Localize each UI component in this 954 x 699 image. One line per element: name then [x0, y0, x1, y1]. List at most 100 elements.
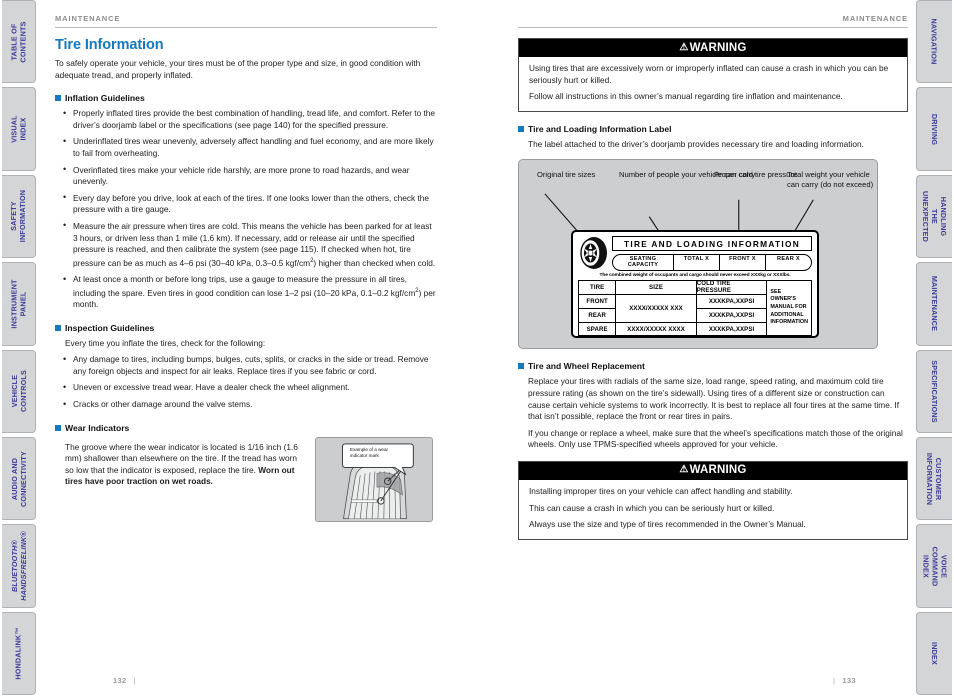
seating-rear: REAR X [765, 254, 811, 270]
warning-content: Using tires that are excessively worn or… [519, 57, 907, 111]
warning-paragraph: Follow all instructions in this owner’s … [529, 91, 843, 102]
heading-label: Inflation Guidelines [65, 93, 145, 104]
intro-paragraph: To safely operate your vehicle, your tir… [55, 58, 421, 80]
header-rule [55, 27, 437, 28]
list-item: At least once a month or before long tri… [55, 274, 437, 311]
left-page-footer: 132 | [113, 676, 136, 685]
warning-triangle-icon: ⚠ [679, 41, 689, 53]
right-page: MAINTENANCE ⚠ WARNING Using tires that a… [518, 0, 908, 699]
warning-banner: ⚠ WARNING [519, 39, 907, 57]
list-item: Cracks or other damage around the valve … [55, 399, 437, 411]
warning-paragraph: Installing improper tires on your vehicl… [529, 485, 793, 496]
sidebar-tab-vehicle-controls[interactable]: VEHICLE CONTROLS [2, 349, 36, 433]
seating-front: FRONT X [719, 254, 765, 270]
warning-paragraph: Using tires that are excessively worn or… [529, 63, 889, 85]
sidebar-tab-label: NAVIGATION [930, 18, 939, 65]
label-card-title: TIRE AND LOADING INFORMATION [612, 236, 812, 252]
table-cell: FRONT [579, 295, 616, 309]
sidebar-tab-label: MAINTENANCE [930, 276, 939, 332]
heading-label: Tire and Wheel Replacement [528, 361, 645, 372]
sidebar-tab-safety-information[interactable]: SAFETY INFORMATION [2, 174, 36, 259]
blue-square-bullet-icon [55, 324, 61, 331]
sidebar-tab-handling-the-unexpected[interactable]: HANDLING THE UNEXPECTED [916, 174, 952, 259]
table-header-cell: SIZE [616, 281, 696, 295]
warning-content: Installing improper tires on your vehicl… [519, 480, 907, 539]
sidebar-tab-label: VISUAL INDEX [9, 115, 28, 143]
sidebar-tab-hondalink[interactable]: HONDALINK™ [2, 611, 36, 696]
wear-indicators-section: The groove where the wear indicator is l… [55, 436, 437, 522]
sidebar-tab-label: HANDLING THE UNEXPECTED [921, 190, 948, 243]
sidebar-tab-bluetooth-handsfreelink[interactable]: BLUETOOTH® HANDSFREELINK® [2, 524, 36, 608]
list-item: Every day before you drive, look at each… [55, 192, 437, 216]
list-item: Properly inflated tires provide the best… [55, 108, 437, 131]
sidebar-tab-label: BLUETOOTH® HANDSFREELINK® [9, 531, 28, 601]
sidebar-tab-specifications[interactable]: SPECIFICATIONS [916, 349, 952, 433]
warning-triangle-icon: ⚠ [679, 464, 689, 476]
tire-wheel-icon [580, 237, 607, 270]
sidebar-tab-label: HONDALINK™ [14, 627, 23, 680]
inspection-guidelines-heading: Inspection Guidelines [55, 323, 437, 333]
heading-label: Tire and Loading Information Label [528, 123, 672, 134]
table-column-size: SIZE XXXX/XXXXX XXX XXXX/XXXXX XXXX [616, 280, 697, 335]
sidebar-tab-customer-information[interactable]: CUSTOMER INFORMATION [916, 436, 952, 521]
inspection-lead: Every time you inflate the tires, check … [65, 337, 266, 348]
sidebar-tab-instrument-panel[interactable]: INSTRUMENT PANEL [2, 262, 36, 346]
sidebar-tab-table-of-contents[interactable]: TABLE OF CONTENTS [2, 0, 36, 84]
table-cell: XXXKPA,XXPSI [708, 326, 755, 334]
replacement-paragraph: If you change or replace a wheel, make s… [528, 427, 903, 450]
sidebar-tab-label: SPECIFICATIONS [930, 359, 940, 423]
right-page-footer: | 133 [833, 676, 856, 685]
heading-label: Wear Indicators [65, 422, 130, 433]
right-page-header: MAINTENANCE [842, 14, 908, 23]
table-column-tire: TIRE FRONT REAR SPARE [579, 280, 617, 335]
sidebar-tab-label: CUSTOMER INFORMATION [925, 452, 944, 505]
sidebar-tab-label: VOICE COMMAND INDEX [921, 546, 948, 586]
tire-loading-label-card: TIRE AND LOADING INFORMATION SEATING CAP… [571, 230, 819, 339]
label-card-top-right: TIRE AND LOADING INFORMATION SEATING CAP… [612, 236, 812, 271]
tire-loading-label-figure: Original tire sizes Number of people you… [518, 159, 878, 350]
sidebar-tab-voice-command-index[interactable]: VOICE COMMAND INDEX [916, 524, 952, 608]
heading-label: Inspection Guidelines [65, 322, 155, 333]
list-item: Measure the air pressure when tires are … [55, 220, 437, 269]
list-item: Overinflated tires make your vehicle rid… [55, 164, 437, 188]
replacement-heading: Tire and Wheel Replacement [518, 361, 908, 371]
warning-banner: ⚠ WARNING [519, 461, 907, 480]
seating-capacity-label: SEATING CAPACITY [627, 256, 659, 269]
sidebar-tab-label: SAFETY INFORMATION [9, 190, 28, 243]
combined-weight-note: The combined weight of occupants and car… [599, 272, 791, 278]
sidebar-tab-label: DRIVING [929, 113, 939, 145]
sidebar-tab-audio-and-connectivity[interactable]: AUDIO AND CONNECTIVITY [2, 436, 36, 521]
table-side-note: SEE OWNER'S MANUAL FOR ADDITIONAL INFORM… [770, 288, 809, 326]
wear-figure-callout-label: Example of a wear indicator mark [350, 446, 389, 458]
left-page: MAINTENANCE Tire Information To safely o… [55, 0, 437, 699]
sidebar-tab-maintenance[interactable]: MAINTENANCE [916, 262, 952, 346]
table-header-cell: COLD TIRE PRESSURE [696, 280, 767, 295]
footer-divider: | [833, 676, 836, 685]
table-column-pressure: COLD TIRE PRESSURE XXXKPA,XXPSI XXXKPA,X… [696, 280, 768, 335]
table-cell: XXXX/XXXXX XXX [616, 295, 696, 323]
sidebar-tab-label: INSTRUMENT PANEL [9, 279, 28, 329]
text-part: ) higher than checked when cold. [313, 257, 436, 268]
table-cell: XXXKPA,XXPSI [696, 309, 767, 323]
warning-paragraph: This can cause a crash in which you can … [529, 502, 775, 513]
warning-paragraph: Always use the size and type of tires re… [529, 519, 806, 530]
tire-pressure-table: TIRE FRONT REAR SPARE SIZE XXXX/XXXXX XX… [578, 279, 812, 336]
blue-square-bullet-icon [518, 363, 524, 370]
sidebar-tab-driving[interactable]: DRIVING [916, 87, 952, 171]
list-item: Underinflated tires wear unevenly, adver… [55, 136, 437, 159]
table-cell: XXXKPA,XXPSI [696, 295, 767, 309]
inflation-guidelines-heading: Inflation Guidelines [55, 93, 437, 103]
wear-indicators-heading: Wear Indicators [55, 423, 437, 433]
seating-total: TOTAL X [673, 254, 719, 270]
sidebar-tab-label: INDEX [930, 641, 939, 665]
sidebar-tab-visual-index[interactable]: VISUAL INDEX [2, 87, 36, 171]
table-cell: REAR [579, 309, 616, 323]
page-title: Tire Information [55, 37, 164, 53]
sidebar-tab-navigation[interactable]: NAVIGATION [916, 0, 952, 84]
list-item: Any damage to tires, including bumps, bu… [55, 354, 437, 377]
loading-label-text: The label attached to the driver’s doorj… [528, 138, 864, 149]
sidebar-tab-index[interactable]: INDEX [916, 611, 952, 696]
table-header-cell: TIRE [579, 281, 616, 295]
right-tab-rail: NAVIGATION DRIVING HANDLING THE UNEXPECTED… [912, 0, 954, 699]
page-number: 132 [113, 676, 127, 685]
